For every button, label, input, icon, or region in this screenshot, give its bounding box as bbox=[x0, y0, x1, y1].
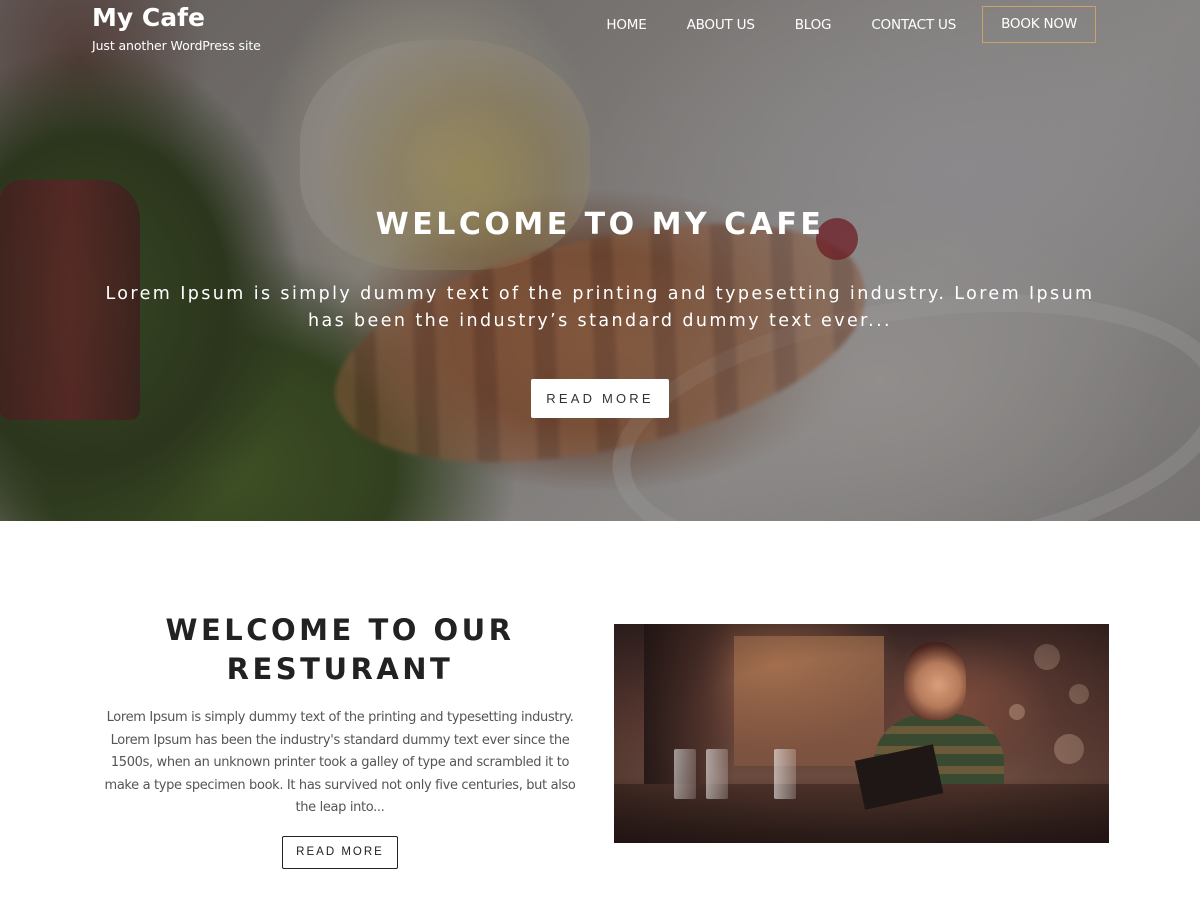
about-heading: WELCOME TO OUR RESTURANT bbox=[165, 613, 515, 686]
nav-item-about-us[interactable]: ABOUT US bbox=[687, 17, 755, 33]
book-now-button[interactable]: BOOK NOW bbox=[982, 6, 1096, 43]
nav-item-home[interactable]: HOME bbox=[606, 17, 646, 33]
nav-item-blog[interactable]: BLOG bbox=[795, 17, 832, 33]
hero-heading: WELCOME TO MY CAFE bbox=[375, 207, 825, 242]
nav-item-contact-us[interactable]: CONTACT US bbox=[871, 17, 956, 33]
about-text-block: WELCOME TO OUR RESTURANT Lorem Ipsum is … bbox=[90, 611, 590, 869]
site-tagline: Just another WordPress site bbox=[92, 38, 261, 53]
about-section: WELCOME TO OUR RESTURANT Lorem Ipsum is … bbox=[0, 521, 1200, 900]
site-title[interactable]: My Cafe bbox=[92, 2, 261, 34]
hero-banner: My Cafe Just another WordPress site HOME… bbox=[0, 0, 1200, 521]
about-body: Lorem Ipsum is simply dummy text of the … bbox=[104, 710, 576, 815]
hero-read-more-button[interactable]: READ MORE bbox=[531, 379, 669, 418]
about-read-more-button[interactable]: READ MORE bbox=[282, 835, 398, 869]
site-branding: My Cafe Just another WordPress site bbox=[92, 2, 261, 53]
hero-content: WELCOME TO MY CAFE Lorem Ipsum is simply… bbox=[0, 205, 1200, 418]
restaurant-image bbox=[614, 624, 1109, 843]
hero-text: Lorem Ipsum is simply dummy text of the … bbox=[105, 284, 1095, 331]
main-navigation: HOME ABOUT US BLOG CONTACT US BOOK NOW bbox=[606, 6, 1096, 43]
